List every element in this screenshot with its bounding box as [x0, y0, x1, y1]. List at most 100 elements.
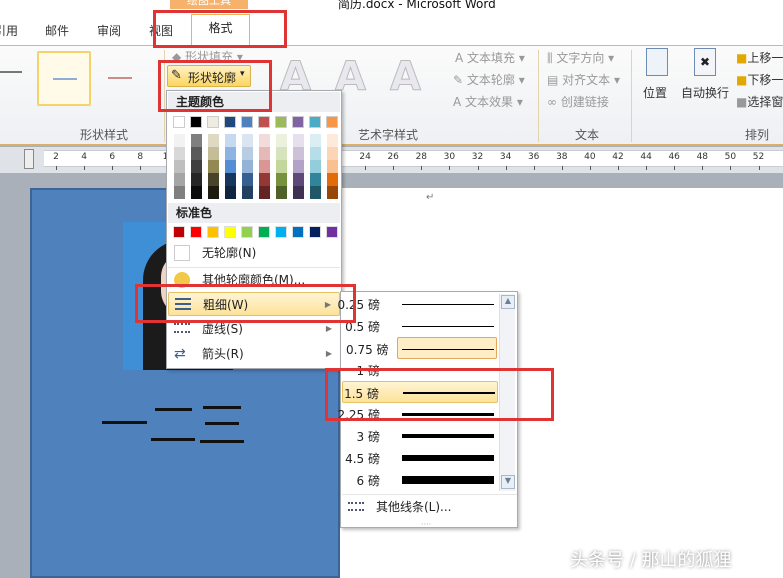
arrows-item[interactable]: ⇄ 箭头(R) ▶ — [168, 342, 340, 366]
color-swatch[interactable] — [241, 134, 253, 147]
color-swatch[interactable] — [241, 147, 253, 160]
tab-mailings[interactable]: 邮件 — [45, 22, 69, 39]
color-swatch[interactable] — [207, 186, 219, 199]
color-swatch[interactable] — [190, 116, 202, 128]
no-outline-item[interactable]: 无轮廓(N) — [168, 241, 340, 265]
color-swatch[interactable] — [292, 116, 304, 128]
color-swatch[interactable] — [173, 226, 185, 238]
color-swatch[interactable] — [292, 160, 304, 173]
color-swatch[interactable] — [258, 186, 270, 199]
weight-option[interactable]: 0.75 磅 — [346, 337, 497, 359]
style-gallery-item-selected[interactable] — [37, 51, 91, 106]
color-swatch[interactable] — [258, 173, 270, 186]
color-swatch[interactable] — [275, 186, 287, 199]
scroll-down-icon[interactable]: ▼ — [501, 475, 515, 489]
resize-grip-icon[interactable]: ···· — [421, 520, 431, 529]
color-swatch[interactable] — [224, 186, 236, 199]
text-fill-button[interactable]: A 文本填充 ▾ — [455, 49, 525, 66]
color-swatch[interactable] — [309, 226, 321, 238]
weight-option[interactable]: 4.5 磅 — [342, 447, 498, 469]
color-swatch[interactable] — [275, 226, 287, 238]
color-swatch[interactable] — [309, 134, 321, 147]
color-swatch[interactable] — [190, 173, 202, 186]
text-effect-button[interactable]: A 文本效果 ▾ — [453, 93, 523, 110]
color-swatch[interactable] — [207, 226, 219, 238]
color-swatch[interactable] — [275, 134, 287, 147]
color-swatch[interactable] — [224, 147, 236, 160]
color-swatch[interactable] — [224, 226, 236, 238]
color-swatch[interactable] — [224, 160, 236, 173]
scroll-up-icon[interactable]: ▲ — [501, 295, 515, 309]
align-text-button[interactable]: ▤ 对齐文本 ▾ — [547, 71, 620, 88]
color-swatch[interactable] — [275, 116, 287, 128]
color-swatch[interactable] — [207, 116, 219, 128]
weight-option[interactable]: 3 磅 — [342, 425, 498, 447]
color-swatch[interactable] — [190, 186, 202, 199]
color-swatch[interactable] — [224, 116, 236, 128]
color-swatch[interactable] — [207, 173, 219, 186]
color-swatch[interactable] — [326, 173, 338, 186]
color-swatch[interactable] — [258, 147, 270, 160]
color-swatch[interactable] — [207, 160, 219, 173]
color-swatch[interactable] — [309, 147, 321, 160]
selection-pane-button[interactable]: ■选择窗格 — [736, 93, 783, 110]
more-lines-item[interactable]: 其他线条(L)... — [342, 494, 517, 518]
color-swatch[interactable] — [207, 134, 219, 147]
color-swatch[interactable] — [190, 160, 202, 173]
color-swatch[interactable] — [190, 226, 202, 238]
color-swatch[interactable] — [173, 147, 185, 160]
color-swatch[interactable] — [224, 173, 236, 186]
color-swatch[interactable] — [292, 226, 304, 238]
color-swatch[interactable] — [258, 226, 270, 238]
tab-review[interactable]: 审阅 — [97, 22, 121, 39]
color-swatch[interactable] — [190, 147, 202, 160]
style-gallery-item[interactable] — [108, 77, 132, 79]
color-swatch[interactable] — [241, 116, 253, 128]
color-swatch[interactable] — [224, 134, 236, 147]
tab-references[interactable]: 引用 — [0, 22, 18, 39]
text-outline-button[interactable]: ✎ 文本轮廓 ▾ — [453, 71, 525, 88]
color-swatch[interactable] — [275, 160, 287, 173]
color-swatch[interactable] — [326, 160, 338, 173]
color-swatch[interactable] — [258, 116, 270, 128]
indent-marker[interactable] — [24, 149, 34, 169]
color-swatch[interactable] — [241, 226, 253, 238]
bring-forward-button[interactable]: ■上移一层 — [736, 49, 783, 66]
color-swatch[interactable] — [275, 173, 287, 186]
color-swatch[interactable] — [275, 147, 287, 160]
color-swatch[interactable] — [326, 186, 338, 199]
color-swatch[interactable] — [173, 116, 185, 128]
color-swatch[interactable] — [309, 116, 321, 128]
color-swatch[interactable] — [190, 134, 202, 147]
wrap-text-button[interactable]: ✖ 自动换行 — [681, 48, 733, 118]
create-link-button[interactable]: ∞ 创建链接 — [547, 93, 609, 110]
color-swatch[interactable] — [292, 134, 304, 147]
color-swatch[interactable] — [173, 173, 185, 186]
color-swatch[interactable] — [326, 116, 338, 128]
weight-option[interactable]: 0.5 磅 — [342, 315, 498, 337]
color-swatch[interactable] — [309, 186, 321, 199]
color-swatch[interactable] — [173, 160, 185, 173]
color-swatch[interactable] — [326, 147, 338, 160]
color-swatch[interactable] — [309, 173, 321, 186]
color-swatch[interactable] — [173, 134, 185, 147]
color-swatch[interactable] — [173, 186, 185, 199]
color-swatch[interactable] — [241, 160, 253, 173]
send-backward-button[interactable]: ■下移一层 — [736, 71, 783, 88]
color-swatch[interactable] — [309, 160, 321, 173]
color-swatch[interactable] — [326, 134, 338, 147]
color-swatch[interactable] — [241, 173, 253, 186]
color-swatch[interactable] — [241, 186, 253, 199]
color-swatch[interactable] — [292, 186, 304, 199]
color-swatch[interactable] — [207, 147, 219, 160]
text-direction-button[interactable]: ⫼ 文字方向 ▾ — [547, 49, 614, 66]
style-gallery-item[interactable] — [0, 71, 22, 73]
color-swatch[interactable] — [292, 173, 304, 186]
color-swatch[interactable] — [258, 134, 270, 147]
color-swatch[interactable] — [258, 160, 270, 173]
color-swatch[interactable] — [326, 226, 338, 238]
color-swatch[interactable] — [292, 147, 304, 160]
weight-option[interactable]: 0.25 磅 — [337, 293, 498, 315]
position-button[interactable]: 位置 — [643, 48, 673, 118]
weight-option[interactable]: 6 磅 — [342, 469, 498, 491]
